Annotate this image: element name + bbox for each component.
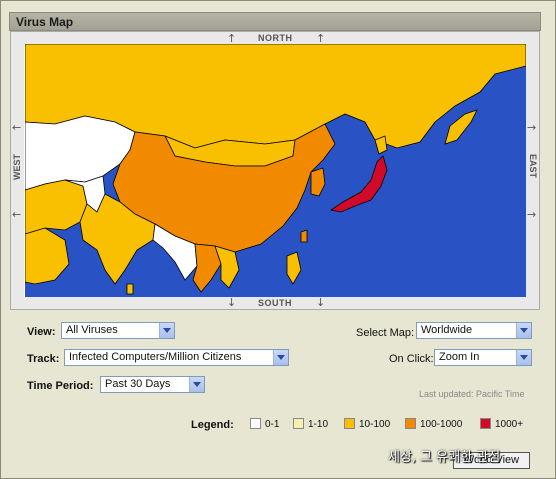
time-period-label: Time Period:	[27, 380, 94, 392]
pan-east-arrow-top[interactable]: →	[527, 122, 536, 133]
map-frame: ↑ NORTH ↑ ↓ SOUTH ↓ ← WEST ← → EAST →	[10, 31, 540, 310]
legend-label: Legend:	[191, 419, 234, 431]
legend-swatch-0	[250, 418, 261, 429]
legend-label-3: 100-1000	[420, 419, 463, 430]
chevron-down-icon[interactable]	[159, 323, 174, 338]
chevron-down-icon[interactable]	[273, 350, 288, 365]
pan-west-arrow-bottom[interactable]: ←	[12, 209, 21, 220]
time-period-select-value: Past 30 Days	[105, 378, 171, 390]
south-label[interactable]: SOUTH	[258, 298, 292, 308]
track-select-value: Infected Computers/Million Citizens	[69, 351, 242, 363]
chevron-down-icon[interactable]	[189, 377, 204, 392]
legend-swatch-3	[405, 418, 416, 429]
region-taiwan[interactable]	[300, 229, 308, 243]
world-map[interactable]	[25, 44, 526, 297]
track-select[interactable]: Infected Computers/Million Citizens	[64, 349, 289, 366]
overlay-caption: 세상, 그 유쾌한 관점	[388, 450, 501, 465]
legend-swatch-2	[344, 418, 355, 429]
last-updated: Last updated: Pacific Time	[419, 389, 525, 399]
east-label[interactable]: EAST	[528, 154, 538, 178]
track-label: Track:	[27, 353, 60, 365]
view-label: View:	[27, 326, 56, 338]
on-click-value: Zoom In	[439, 351, 480, 363]
legend-swatch-1	[293, 418, 304, 429]
legend-label-0: 0-1	[265, 419, 280, 430]
north-label[interactable]: NORTH	[258, 33, 293, 43]
title-bar: Virus Map	[9, 12, 541, 31]
on-click-label: On Click:	[389, 353, 434, 365]
select-map-select[interactable]: Worldwide	[416, 322, 532, 339]
select-map-label: Select Map:	[356, 327, 415, 339]
chevron-down-icon[interactable]	[516, 350, 531, 365]
pan-south-arrow-right[interactable]: ↓	[316, 297, 325, 308]
pan-north-arrow-right[interactable]: ↑	[316, 33, 325, 44]
window-title: Virus Map	[16, 15, 74, 29]
view-select-value: All Viruses	[66, 324, 118, 336]
region-sri-lanka[interactable]	[126, 283, 134, 295]
legend-label-4: 1000+	[495, 419, 524, 430]
west-label[interactable]: WEST	[12, 154, 22, 180]
legend-label-2: 10-100	[359, 419, 391, 430]
pan-east-arrow-bottom[interactable]: →	[527, 209, 536, 220]
view-select[interactable]: All Viruses	[61, 322, 175, 339]
on-click-select[interactable]: Zoom In	[434, 349, 532, 366]
time-period-select[interactable]: Past 30 Days	[100, 376, 205, 393]
legend-swatch-4	[480, 418, 491, 429]
legend-label-1: 1-10	[308, 419, 329, 430]
chevron-down-icon[interactable]	[516, 323, 531, 338]
pan-west-arrow-top[interactable]: ←	[12, 122, 21, 133]
pan-south-arrow-left[interactable]: ↓	[227, 297, 236, 308]
pan-north-arrow-left[interactable]: ↑	[227, 33, 236, 44]
select-map-value: Worldwide	[421, 324, 473, 336]
